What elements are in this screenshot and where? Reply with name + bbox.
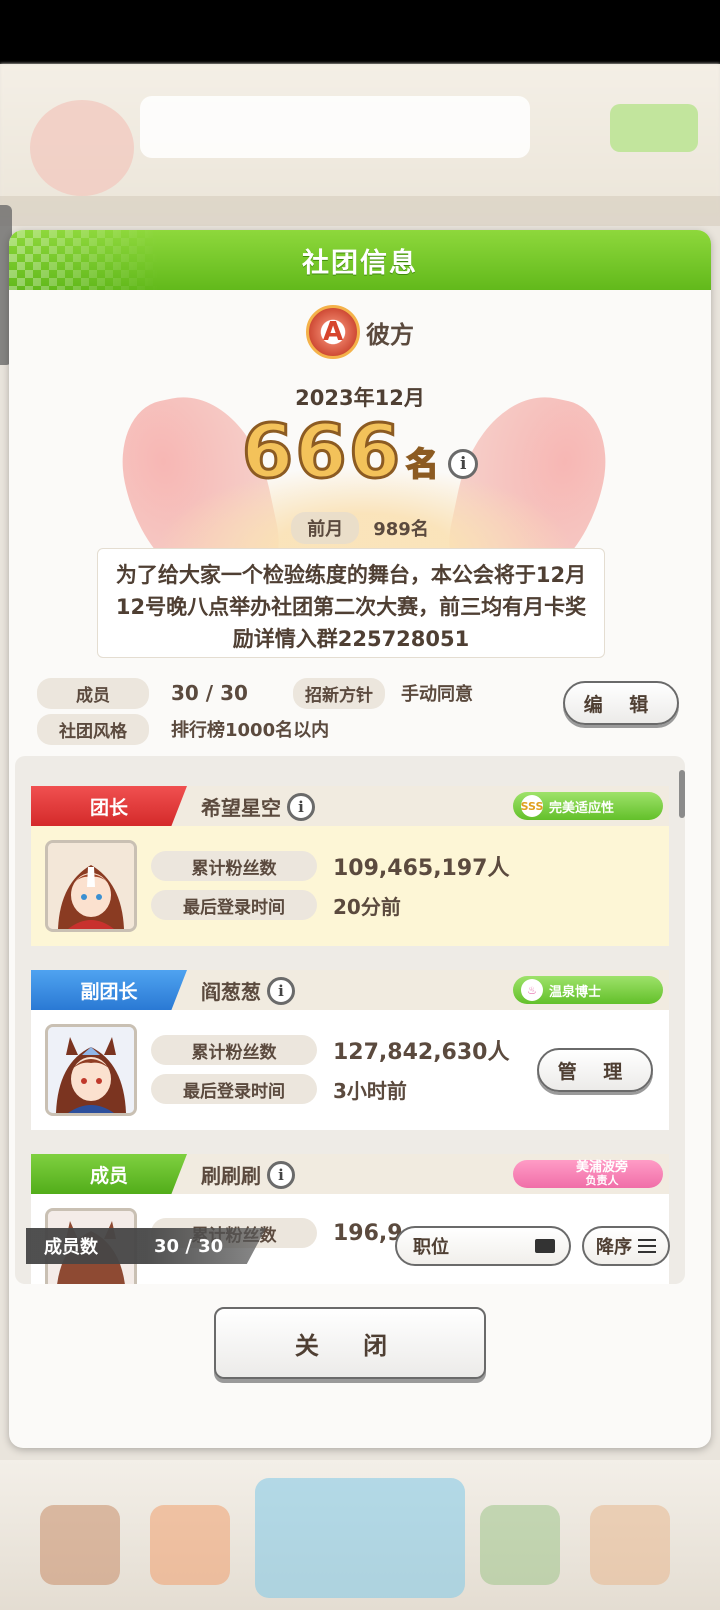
member-header: 成员 刷刷刷 i 美浦波旁 负责人 <box>31 1154 669 1194</box>
fans-label: 累计粉丝数 <box>151 1035 317 1065</box>
fans-value: 109,465,197人 <box>333 856 510 881</box>
rank-month: 2023年12月 <box>295 386 425 410</box>
header-pattern <box>9 230 159 290</box>
member-name: 刷刷刷 <box>201 1164 261 1188</box>
club-notice: 为了给大家一个检验练度的舞台，本公会将于12月12号晚八点举办社团第二次大赛，前… <box>97 548 605 658</box>
position-filter-button[interactable]: 职位 <box>395 1226 571 1266</box>
emblem-letter: A <box>322 317 344 347</box>
last-login-value: 20分前 <box>333 894 401 919</box>
last-login-label: 最后登录时间 <box>151 890 317 920</box>
badge-label: 美浦波旁 <box>575 1160 628 1175</box>
rank-info-icon[interactable]: i <box>448 449 479 479</box>
fans-value: 127,842,630人 <box>333 1040 510 1065</box>
fans-row: 累计粉丝数 109,465,197人 <box>151 850 509 882</box>
member-body: 累计粉丝数 109,465,197人 最后登录时间 20分前 <box>31 826 669 946</box>
character-portrait-icon <box>48 843 134 929</box>
club-emblem-icon: A <box>306 305 360 359</box>
role-tag-leader: 团长 <box>31 786 187 826</box>
background-nav-item <box>150 1505 230 1585</box>
member-count-value: 30 / 30 <box>154 1235 224 1257</box>
badge-sublabel: 负责人 <box>585 1174 619 1187</box>
status-bar <box>0 0 720 64</box>
policy-value: 手动同意 <box>401 684 473 705</box>
member-card-leader[interactable]: 团长 希望星空 i SSS 完美适应性 累计粉丝数 109,465,197人 最… <box>31 786 669 946</box>
close-button[interactable]: 关 闭 <box>214 1307 486 1379</box>
member-avatar[interactable] <box>45 840 137 932</box>
dialog-title: 社团信息 <box>302 247 418 279</box>
background-emblem <box>30 100 134 196</box>
member-header: 团长 希望星空 i SSS 完美适应性 <box>31 786 669 826</box>
background-nav-item <box>40 1505 120 1585</box>
edit-button[interactable]: 编 辑 <box>563 681 679 725</box>
background-nav-center <box>255 1478 465 1598</box>
sort-order-label: 降序 <box>596 1237 632 1258</box>
filter-window-icon <box>535 1239 555 1253</box>
rank-unit: 名 <box>405 444 439 484</box>
fans-label: 累计粉丝数 <box>151 851 317 881</box>
background-nav-item <box>590 1505 670 1585</box>
member-name-row: 阎葱葱 i <box>201 976 295 1005</box>
last-login-row: 最后登录时间 20分前 <box>151 890 401 920</box>
character-portrait-icon <box>48 1027 134 1113</box>
member-name-row: 希望星空 i <box>201 792 315 821</box>
sort-lines-icon <box>638 1239 656 1253</box>
policy-label: 招新方针 <box>293 677 385 709</box>
title-badge: 美浦波旁 负责人 <box>513 1160 663 1188</box>
member-count-bar: 成员数 30 / 30 <box>26 1228 266 1264</box>
member-list-scrollbar[interactable] <box>679 770 685 818</box>
fans-row: 累计粉丝数 127,842,630人 <box>151 1034 509 1066</box>
role-tag-member: 成员 <box>31 1154 187 1194</box>
member-name-row: 刷刷刷 i <box>201 1160 295 1189</box>
previous-month-label: 前月 <box>291 512 360 544</box>
member-info-icon[interactable]: i <box>267 1160 295 1189</box>
rank-number: 666 <box>240 409 403 495</box>
manage-button[interactable]: 管 理 <box>537 1048 653 1092</box>
role-tag-vice-leader: 副团长 <box>31 970 187 1010</box>
fans-value: 196,9 <box>333 1220 403 1246</box>
member-list[interactable]: 团长 希望星空 i SSS 完美适应性 累计粉丝数 109,465,197人 最… <box>15 756 685 1284</box>
previous-month-row: 前月 989名 <box>9 512 711 544</box>
dialog-header: 社团信息 <box>9 230 711 290</box>
club-name: 彼方 <box>366 320 414 349</box>
member-name: 阎葱葱 <box>201 980 261 1004</box>
member-info-icon[interactable]: i <box>267 976 295 1005</box>
title-badge: ♨ 温泉博士 <box>513 976 663 1004</box>
sort-order-button[interactable]: 降序 <box>582 1226 670 1266</box>
hot-spring-badge-icon: ♨ <box>521 979 543 1001</box>
sss-badge-icon: SSS <box>521 795 543 817</box>
member-header: 副团长 阎葱葱 i ♨ 温泉博士 <box>31 970 669 1010</box>
member-name: 希望星空 <box>201 796 281 820</box>
member-info-icon[interactable]: i <box>287 792 315 821</box>
rank-row: 666 名 i <box>9 409 711 495</box>
member-avatar[interactable] <box>45 1024 137 1116</box>
position-filter-label: 职位 <box>413 1237 449 1258</box>
club-title-row: A 彼方 <box>9 305 711 359</box>
style-value: 排行榜1000名以内 <box>171 720 330 741</box>
title-badge: SSS 完美适应性 <box>513 792 663 820</box>
badge-label: 完美适应性 <box>549 800 615 816</box>
member-card-vice-leader[interactable]: 副团长 阎葱葱 i ♨ 温泉博士 累计粉丝数 127,842,630人 最后登录… <box>31 970 669 1130</box>
member-body: 累计粉丝数 127,842,630人 最后登录时间 3小时前 管 理 <box>31 1010 669 1130</box>
member-count-label: 成员数 <box>44 1237 98 1258</box>
member-card-member[interactable]: 成员 刷刷刷 i 美浦波旁 负责人 196,9 <box>31 1154 669 1284</box>
background-button <box>610 104 698 152</box>
badge-label: 温泉博士 <box>549 984 602 1000</box>
background-strip <box>0 196 720 226</box>
members-label: 成员 <box>37 677 149 709</box>
last-login-row: 最后登录时间 3小时前 <box>151 1074 407 1104</box>
last-login-label: 最后登录时间 <box>151 1074 317 1104</box>
background-club-bar <box>140 96 530 158</box>
background-nav-item <box>480 1505 560 1585</box>
style-label: 社团风格 <box>37 713 149 745</box>
last-login-value: 3小时前 <box>333 1078 407 1103</box>
members-value: 30 / 30 <box>171 681 248 705</box>
previous-month-rank: 989名 <box>373 519 429 540</box>
